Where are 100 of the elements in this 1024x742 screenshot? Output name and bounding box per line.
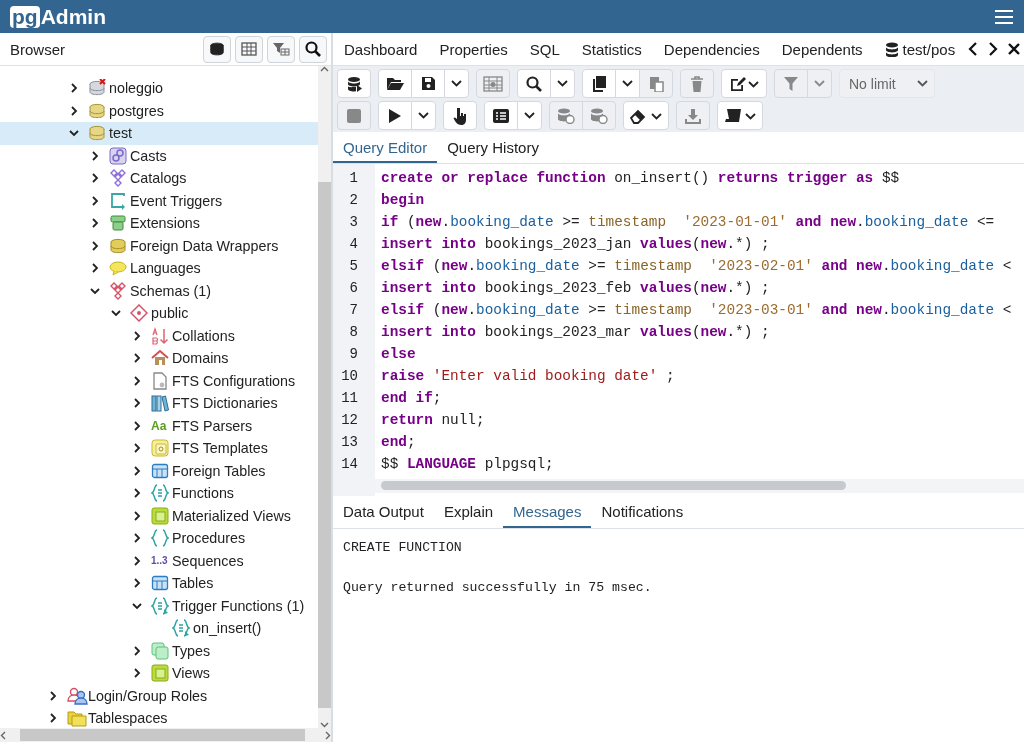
line-number: 7 — [348, 301, 359, 320]
tree-item[interactable]: Extensions — [0, 212, 318, 235]
panel-tab[interactable]: SQL — [518, 33, 571, 65]
scrollbar[interactable] — [318, 66, 331, 728]
tree-item[interactable]: Casts — [0, 144, 318, 167]
tree-item[interactable]: Types — [0, 639, 318, 662]
panel-tab[interactable]: Dependents — [770, 33, 874, 65]
tree-item[interactable]: test — [0, 122, 318, 145]
search-button[interactable] — [299, 35, 327, 63]
chevron-right-icon — [131, 487, 143, 500]
dropdown-button[interactable] — [517, 101, 542, 130]
query-tool-button[interactable] — [203, 35, 231, 63]
connection-button[interactable] — [337, 69, 371, 98]
code-line: raise 'Enter valid booking date' ; — [381, 367, 675, 386]
code-line: elsif (new.booking_date >= timestamp '2023-03-01' and new.booking_date < — [381, 301, 1012, 320]
view-data-button[interactable] — [235, 35, 263, 63]
tree-item[interactable]: on_insert() — [0, 617, 318, 640]
line-number: 2 — [348, 191, 359, 210]
scrollbar[interactable] — [381, 481, 846, 490]
filtered-rows-button[interactable] — [267, 35, 295, 63]
panel-tab[interactable]: Dependencies — [652, 33, 771, 65]
output-tab[interactable]: Data Output — [333, 494, 434, 528]
output-tab[interactable]: Explain — [433, 494, 504, 528]
line-number: 5 — [348, 257, 359, 276]
stop-icon — [347, 108, 361, 123]
catalog-icon — [109, 169, 127, 188]
code-line: insert into bookings_2023_mar values(new.*) ; — [381, 323, 770, 342]
tree-item[interactable]: 1..3 Sequences — [0, 549, 318, 572]
find-button[interactable] — [517, 69, 551, 98]
code-line: elsif (new.booking_date >= timestamp '2023-02-01' and new.booking_date < — [381, 257, 1012, 276]
materialized-view-icon — [151, 506, 169, 525]
copy-button[interactable] — [582, 69, 616, 98]
line-number: 4 — [348, 235, 359, 254]
panel-tab[interactable]: test/pos — [873, 33, 967, 65]
app-logo: pg Admin — [10, 4, 106, 29]
tree-item[interactable]: Domains — [0, 347, 318, 370]
tree-item[interactable]: Languages — [0, 257, 318, 280]
chevron-right-icon — [89, 172, 101, 185]
type-icon — [151, 641, 169, 660]
line-number: 8 — [348, 323, 359, 342]
dropdown-button[interactable] — [615, 69, 640, 98]
tree-item[interactable]: Schemas (1) — [0, 279, 318, 302]
tree-item[interactable]: Procedures — [0, 527, 318, 550]
panel-title: Browser — [10, 40, 66, 58]
panel-tab[interactable]: Dashboard — [333, 33, 429, 65]
tree-item[interactable]: noleggio — [0, 77, 318, 100]
tree-item[interactable]: Catalogs — [0, 167, 318, 190]
tree-item[interactable]: FTS Configurations — [0, 369, 318, 392]
macros-button[interactable] — [717, 101, 763, 130]
dropdown-button[interactable] — [444, 69, 469, 98]
scroll-icon — [724, 107, 756, 124]
tree-item[interactable]: Tables — [0, 572, 318, 595]
explain-button[interactable] — [443, 101, 477, 130]
execute-button[interactable] — [378, 101, 412, 130]
parser-icon: Aa — [151, 418, 167, 433]
chevron-right-icon — [131, 532, 143, 545]
tree-item[interactable]: postgres — [0, 99, 318, 122]
editor-tab[interactable]: Query History — [437, 132, 549, 163]
edit-button[interactable] — [721, 69, 767, 98]
tree-item[interactable]: Aa FTS Parsers — [0, 414, 318, 437]
scrollbar[interactable] — [0, 728, 331, 742]
chevron-right-icon — [131, 577, 143, 590]
output-tab[interactable]: Messages — [503, 494, 592, 528]
caret-icon — [451, 80, 462, 87]
editor-tab[interactable]: Query Editor — [333, 132, 438, 163]
panel-tab[interactable]: Statistics — [570, 33, 653, 65]
scroll-right-icon — [325, 730, 331, 740]
dropdown-button[interactable] — [550, 69, 575, 98]
clear-button[interactable] — [623, 101, 669, 130]
code-line: $$ LANGUAGE plpgsql; — [381, 455, 554, 474]
list-icon — [493, 108, 509, 123]
tree-item[interactable]: Login/Group Roles — [0, 684, 318, 707]
chevron-right-icon — [131, 352, 143, 365]
folder-icon — [67, 709, 87, 728]
tree-item[interactable]: Materialized Views — [0, 504, 318, 527]
save-button[interactable] — [411, 69, 445, 98]
tree-item[interactable]: FTS Templates — [0, 437, 318, 460]
panel-tab[interactable]: Properties — [428, 33, 519, 65]
open-file-button[interactable] — [378, 69, 412, 98]
tree-item[interactable]: Collations — [0, 324, 318, 347]
tree-item[interactable]: public — [0, 302, 318, 325]
chevron-right-icon — [131, 374, 143, 387]
tree-item[interactable]: Functions — [0, 482, 318, 505]
tree-item[interactable]: Trigger Functions (1) — [0, 594, 318, 617]
tree-item[interactable]: Tablespaces — [0, 707, 318, 728]
dropdown-button[interactable] — [411, 101, 436, 130]
tree-item[interactable]: Foreign Data Wrappers — [0, 234, 318, 257]
folder-icon — [386, 76, 404, 91]
caret-icon — [622, 80, 633, 87]
code-line: create or replace function on_insert() returns trigger as $$ — [381, 169, 900, 188]
tree-item[interactable]: Event Triggers — [0, 189, 318, 212]
edit-icon — [729, 75, 759, 92]
output-tab[interactable]: Notifications — [591, 494, 694, 528]
users-icon — [67, 686, 89, 705]
list-button[interactable] — [484, 101, 518, 130]
tree-item[interactable]: Foreign Tables — [0, 459, 318, 482]
tree-item[interactable]: Views — [0, 662, 318, 685]
tree-item[interactable]: FTS Dictionaries — [0, 392, 318, 415]
chevron-right-icon — [68, 82, 80, 95]
speech-bubble-icon — [109, 259, 127, 278]
